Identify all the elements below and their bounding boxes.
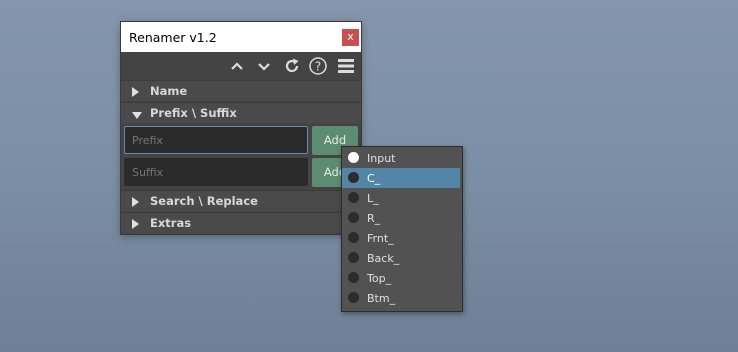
radio-icon <box>348 232 359 243</box>
menu-item-label: Frnt_ <box>367 232 394 245</box>
help-icon[interactable]: ? <box>308 56 328 76</box>
title-bar[interactable]: Renamer v1.2 x <box>121 22 361 52</box>
menu-item-label: Top_ <box>367 272 392 285</box>
toolbar: ? <box>121 52 361 80</box>
prefix-popup-menu: Input C_ L_ R_ Frnt_ Back_ Top_ Btm_ <box>341 146 463 312</box>
radio-icon <box>348 172 359 183</box>
menu-item-label: C_ <box>367 172 381 185</box>
menu-item-frnt[interactable]: Frnt_ <box>342 228 460 248</box>
section-label: Prefix \ Suffix <box>150 106 237 120</box>
menu-item-label: R_ <box>367 212 381 225</box>
radio-icon <box>348 272 359 283</box>
menu-item-l[interactable]: L_ <box>342 188 460 208</box>
expand-arrow-icon <box>132 218 140 232</box>
section-label: Search \ Replace <box>150 194 258 208</box>
radio-icon <box>348 252 359 263</box>
suffix-input[interactable] <box>124 158 308 186</box>
menu-item-label: Back_ <box>367 252 400 265</box>
prefix-input[interactable] <box>124 126 308 154</box>
window-title: Renamer v1.2 <box>129 30 217 45</box>
menu-item-label: Input <box>367 152 396 165</box>
section-name[interactable]: Name <box>121 80 361 101</box>
menu-icon[interactable] <box>336 56 356 76</box>
menu-item-back[interactable]: Back_ <box>342 248 460 268</box>
menu-item-label: Btm_ <box>367 292 396 305</box>
radio-icon <box>348 192 359 203</box>
expand-arrow-icon <box>132 86 140 100</box>
section-label: Extras <box>150 216 192 230</box>
menu-item-top[interactable]: Top_ <box>342 268 460 288</box>
section-prefix-suffix[interactable]: Prefix \ Suffix <box>121 102 361 123</box>
expand-arrow-icon <box>132 196 140 210</box>
chevron-down-icon[interactable] <box>254 56 274 76</box>
renamer-window: Renamer v1.2 x ? Name Prefix \ Suffix Pr… <box>121 22 361 234</box>
radio-selected-icon <box>348 152 359 163</box>
menu-item-input[interactable]: Input <box>342 148 460 168</box>
help-glyph: ? <box>315 60 321 74</box>
menu-item-r[interactable]: R_ <box>342 208 460 228</box>
section-extras[interactable]: Extras <box>121 212 361 233</box>
close-button[interactable]: x <box>342 29 359 46</box>
radio-icon <box>348 292 359 303</box>
collapse-arrow-icon <box>132 109 142 123</box>
refresh-icon[interactable] <box>282 56 302 76</box>
menu-item-c[interactable]: C_ <box>342 168 460 188</box>
section-search-replace[interactable]: Search \ Replace <box>121 190 361 211</box>
section-label: Name <box>150 84 188 98</box>
radio-icon <box>348 212 359 223</box>
chevron-up-icon[interactable] <box>227 56 247 76</box>
menu-item-btm[interactable]: Btm_ <box>342 288 460 308</box>
menu-item-label: L_ <box>367 192 379 205</box>
